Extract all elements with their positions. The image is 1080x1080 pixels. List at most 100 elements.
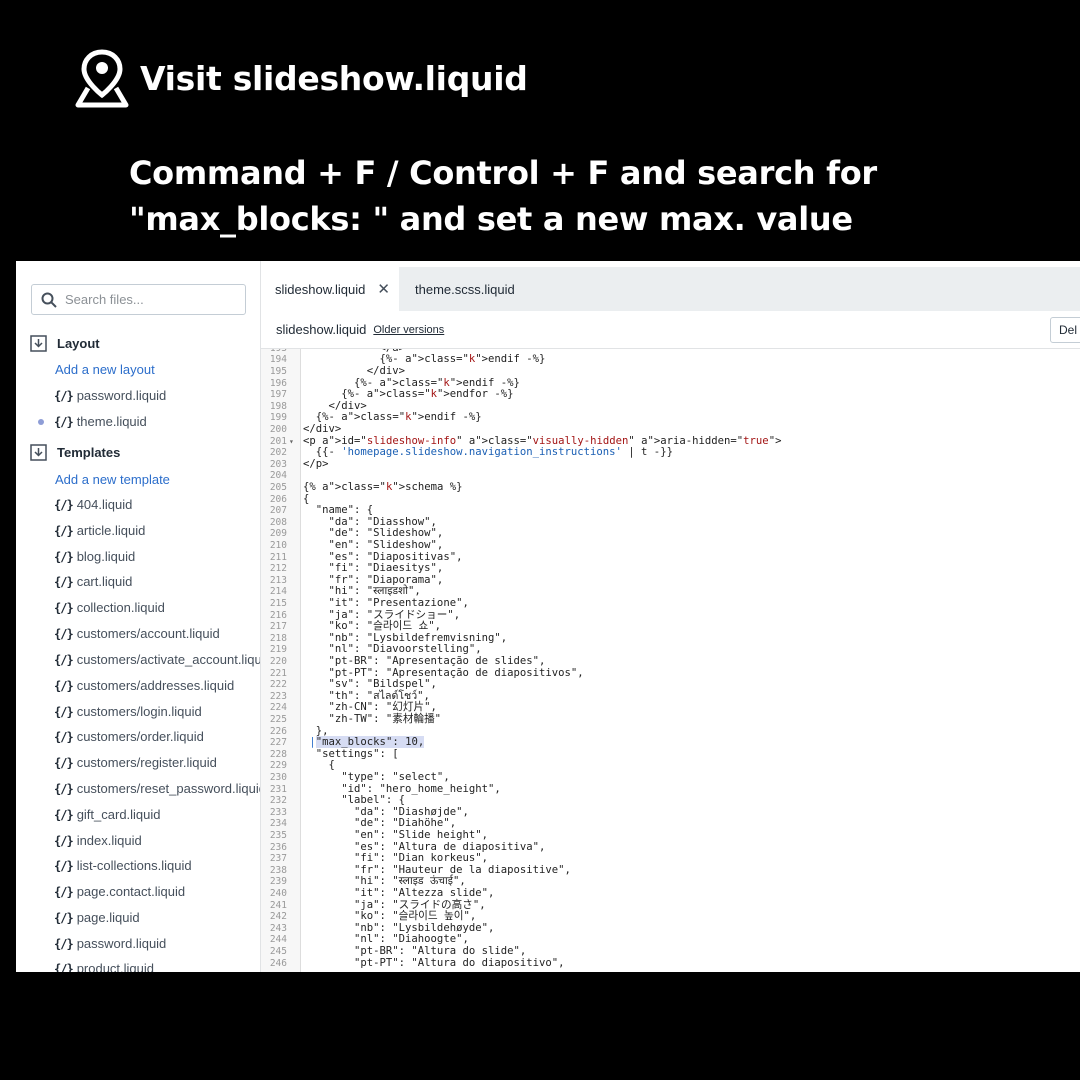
- file-item[interactable]: {/} gift_card.liquid: [54, 807, 161, 822]
- line-number: 235: [269, 830, 287, 841]
- section-layout[interactable]: Layout: [30, 335, 100, 352]
- line-number: 209: [269, 528, 287, 540]
- code-line: 246 "pt-PT": "Altura do diapositivo",: [261, 956, 1080, 970]
- tab-theme-scss[interactable]: theme.scss.liquid: [401, 267, 529, 311]
- code-line: 205 {% a">class="k">schema %}: [261, 481, 1080, 494]
- file-label: customers/account.liquid: [76, 626, 220, 641]
- title-row: Visit slideshow.liquid: [74, 48, 528, 108]
- file-item[interactable]: {/} theme.liquid: [54, 414, 147, 429]
- file-item[interactable]: {/} page.liquid: [54, 910, 140, 925]
- file-item[interactable]: {/} index.liquid: [54, 833, 142, 848]
- file-label: customers/addresses.liquid: [76, 678, 235, 693]
- older-versions-link[interactable]: Older versions: [373, 324, 444, 336]
- file-item[interactable]: {/} page.contact.liquid: [54, 884, 185, 899]
- code-line: 203 </p>: [261, 457, 1080, 471]
- close-icon[interactable]: ✕: [377, 280, 390, 298]
- file-item[interactable]: {/} customers/order.liquid: [54, 729, 204, 744]
- section-templates[interactable]: Templates: [30, 444, 120, 461]
- file-label: product.liquid: [76, 961, 155, 972]
- line-number: 217: [269, 621, 287, 633]
- file-item[interactable]: {/} list-collections.liquid: [54, 858, 192, 873]
- code-text: "it": "Presentazione",: [303, 597, 469, 609]
- modified-dot: [38, 419, 44, 425]
- file-label: list-collections.liquid: [76, 858, 192, 873]
- code-line: 235 "en": "Slide height",: [261, 829, 1080, 842]
- code-text: "pt-PT": "Altura do diapositivo",: [303, 956, 565, 969]
- liquid-file-icon: {/}: [54, 574, 74, 589]
- line-number: 220: [269, 656, 287, 667]
- line-number: 222: [269, 679, 287, 691]
- file-item[interactable]: {/} customers/account.liquid: [54, 626, 220, 641]
- file-label: blog.liquid: [76, 549, 136, 564]
- add-layout-link[interactable]: Add a new layout: [55, 362, 155, 377]
- line-number: 240: [269, 888, 287, 899]
- line-number: 227: [269, 737, 287, 749]
- file-item[interactable]: {/} customers/reset_password.liquid: [54, 781, 260, 796]
- add-template-link[interactable]: Add a new template: [55, 472, 170, 487]
- line-number: 242: [269, 911, 287, 923]
- liquid-file-icon: {/}: [54, 858, 74, 873]
- file-toolbar: slideshow.liquid Older versions Del: [261, 311, 1080, 349]
- liquid-file-icon: {/}: [54, 936, 74, 951]
- code-line: 210 "en": "Slideshow",: [261, 539, 1080, 552]
- line-number: 218: [269, 632, 287, 644]
- fold-arrow-icon[interactable]: ▾: [289, 436, 294, 448]
- line-number: 243: [269, 922, 287, 934]
- line-number: 203: [269, 458, 287, 470]
- code-line: 230 "type": "select",: [261, 771, 1080, 784]
- code-editor: slideshow.liquid ✕ theme.scss.liquid sli…: [261, 261, 1080, 972]
- liquid-file-icon: {/}: [54, 910, 74, 925]
- file-item[interactable]: {/} product.liquid: [54, 961, 154, 972]
- file-label: page.contact.liquid: [76, 884, 186, 899]
- instruction-line-2: "max_blocks: " and set a new max. value: [129, 200, 853, 238]
- file-item[interactable]: {/} blog.liquid: [54, 549, 135, 564]
- file-item[interactable]: {/} customers/login.liquid: [54, 704, 202, 719]
- file-item[interactable]: {/} password.liquid: [54, 388, 166, 403]
- code-area[interactable]: 193 </a>194 {%- a">class="k">endif -%}19…: [261, 349, 1080, 972]
- section-templates-label: Templates: [57, 445, 121, 460]
- search-icon: [41, 292, 57, 308]
- liquid-file-icon: {/}: [54, 523, 74, 538]
- search-box[interactable]: [31, 284, 246, 315]
- code-text: "it": "Altezza slide",: [303, 887, 495, 899]
- file-item[interactable]: {/} collection.liquid: [54, 600, 165, 615]
- search-input[interactable]: [65, 292, 225, 307]
- line-number: 239: [269, 876, 287, 888]
- file-label: 404.liquid: [76, 497, 133, 512]
- tab-label: slideshow.liquid: [275, 281, 366, 297]
- instruction-line-1: Command + F / Control + F and search for: [129, 154, 877, 192]
- line-number: 234: [269, 818, 287, 830]
- tab-slideshow[interactable]: slideshow.liquid ✕: [261, 267, 399, 311]
- code-text: </p>: [303, 457, 329, 470]
- line-number: 246: [269, 957, 287, 969]
- line-number: 200: [269, 424, 287, 435]
- file-item[interactable]: {/} password.liquid: [54, 936, 166, 951]
- liquid-file-icon: {/}: [54, 388, 74, 403]
- line-number: 225: [269, 714, 287, 725]
- file-item[interactable]: {/} article.liquid: [54, 523, 145, 538]
- instruction-text: Command + F / Control + F and search for…: [129, 150, 877, 242]
- code-line: 199 {%- a">class="k">endif -%}: [261, 412, 1080, 424]
- line-number: 224: [269, 702, 287, 714]
- liquid-file-icon: {/}: [54, 678, 74, 693]
- code-text: "pt-BR": "Apresentação de slides",: [303, 655, 546, 667]
- file-item[interactable]: {/} 404.liquid: [54, 497, 132, 512]
- file-item[interactable]: {/} cart.liquid: [54, 574, 132, 589]
- file-label: customers/login.liquid: [76, 704, 202, 719]
- file-label: password.liquid: [76, 936, 167, 951]
- file-item[interactable]: {/} customers/activate_account.liquid: [54, 652, 260, 667]
- line-number: 212: [269, 563, 287, 575]
- liquid-file-icon: {/}: [54, 961, 74, 973]
- code-line: 197 {%- a">class="k">endfor -%}: [261, 388, 1080, 401]
- delete-button[interactable]: Del: [1050, 317, 1080, 343]
- file-item[interactable]: {/} customers/register.liquid: [54, 755, 217, 770]
- folder-download-icon: [30, 335, 47, 352]
- line-number: 232: [269, 795, 287, 807]
- file-item[interactable]: {/} customers/addresses.liquid: [54, 678, 234, 693]
- line-number: 229: [269, 760, 287, 772]
- file-label: customers/register.liquid: [76, 755, 217, 770]
- liquid-file-icon: {/}: [54, 600, 74, 615]
- line-number: 195: [269, 366, 287, 377]
- line-number: 215: [269, 598, 287, 609]
- liquid-file-icon: {/}: [54, 497, 74, 512]
